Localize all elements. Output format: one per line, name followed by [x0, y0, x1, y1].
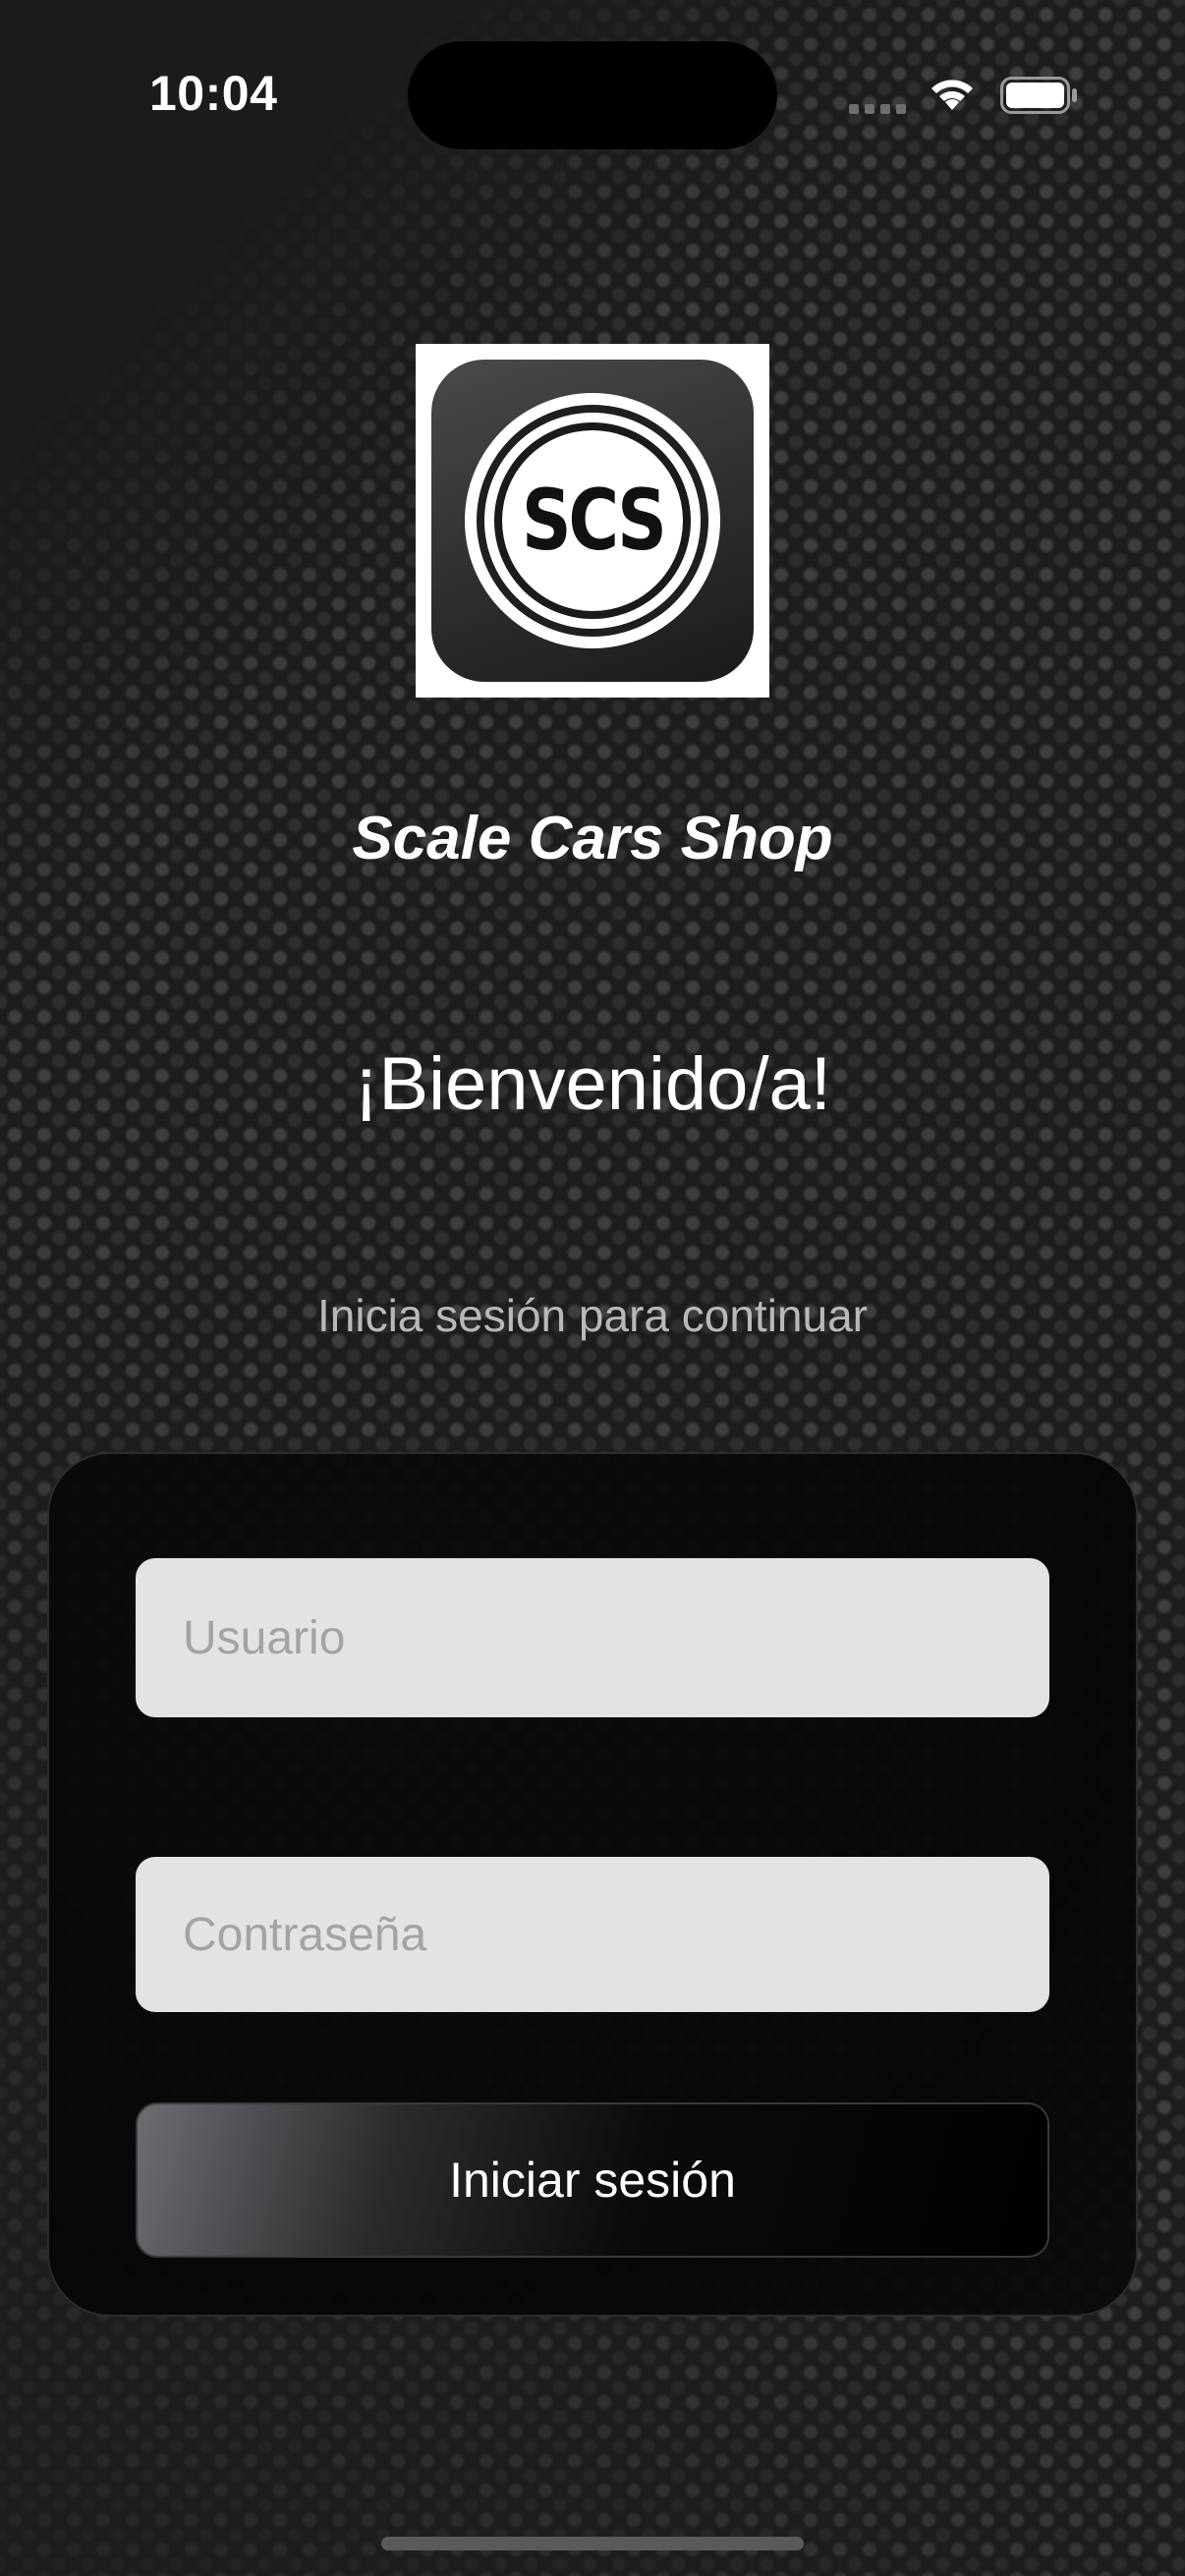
password-field[interactable] [136, 1857, 1049, 2012]
dynamic-island [408, 41, 777, 149]
logo-tile: SCS [431, 360, 754, 682]
welcome-subtitle: Inicia sesión para continuar [317, 1290, 868, 1341]
brand-title: Scale Cars Shop [352, 805, 833, 872]
battery-icon [1000, 77, 1077, 114]
login-screen: 10:04 SCS Scale Cars Shop ¡Bienvenido/a!… [0, 0, 1185, 2576]
signal-icon [849, 104, 906, 114]
login-button-label: Iniciar sesión [449, 2153, 736, 2208]
username-field[interactable] [136, 1558, 1049, 1717]
home-indicator[interactable] [381, 2537, 804, 2550]
wifi-icon [931, 80, 973, 110]
app-logo: SCS [416, 344, 769, 698]
login-button[interactable]: Iniciar sesión [136, 2102, 1049, 2258]
logo-text: SCS [521, 472, 667, 570]
status-time: 10:04 [149, 66, 278, 121]
welcome-heading: ¡Bienvenido/a! [354, 1042, 831, 1126]
